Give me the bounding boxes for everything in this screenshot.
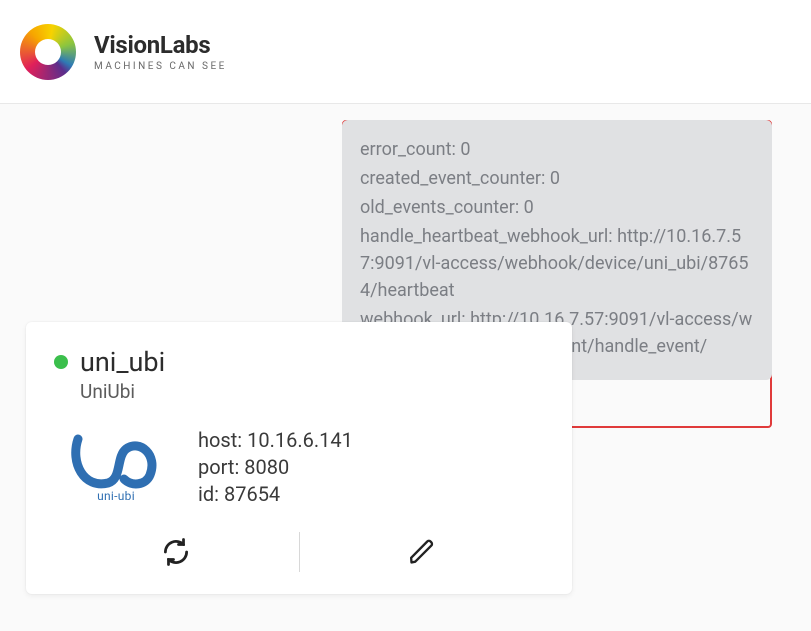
app-header: VisionLabs MACHINES CAN SEE bbox=[0, 0, 811, 104]
tooltip-old-events-counter-label: old_events_counter: bbox=[360, 197, 519, 218]
refresh-icon bbox=[161, 537, 191, 567]
host-label: host: bbox=[198, 428, 242, 452]
refresh-button[interactable] bbox=[54, 537, 299, 567]
edit-button[interactable] bbox=[300, 538, 545, 566]
device-name: uni_ubi bbox=[80, 346, 165, 378]
device-info-list: host: 10.16.6.141 port: 8080 id: 87654 bbox=[198, 427, 353, 508]
brand-tagline: MACHINES CAN SEE bbox=[94, 61, 227, 72]
tooltip-old-events-counter-value: 0 bbox=[524, 197, 534, 218]
device-card: uni_ubi UniUbi uni-ubi host: 10.16.6.141… bbox=[26, 322, 572, 594]
brand-text: VisionLabs MACHINES CAN SEE bbox=[94, 31, 227, 72]
id-label: id: bbox=[198, 482, 219, 506]
tooltip-created-event-counter-value: 0 bbox=[550, 168, 560, 189]
tooltip-heartbeat-label: handle_heartbeat_webhook_url: bbox=[360, 226, 613, 247]
tooltip-created-event-counter-label: created_event_counter: bbox=[360, 168, 545, 189]
card-title-row: uni_ubi bbox=[54, 346, 544, 378]
pencil-icon bbox=[408, 538, 436, 566]
id-value: 87654 bbox=[224, 482, 280, 506]
tooltip-error-count-label: error_count: bbox=[360, 139, 456, 160]
vendor-logo-caption: uni-ubi bbox=[97, 489, 135, 503]
uni-ubi-icon bbox=[66, 433, 166, 493]
tooltip-error-count-value: 0 bbox=[460, 139, 470, 160]
port-value: 8080 bbox=[244, 455, 289, 479]
port-label: port: bbox=[198, 455, 239, 479]
page-content: error_count: 0 created_event_counter: 0 … bbox=[0, 104, 811, 631]
brand-logo-icon bbox=[20, 24, 76, 80]
device-vendor-name: UniUbi bbox=[80, 380, 544, 403]
vendor-logo: uni-ubi bbox=[62, 428, 170, 508]
card-body: uni-ubi host: 10.16.6.141 port: 8080 id:… bbox=[62, 427, 544, 508]
card-actions bbox=[54, 530, 544, 574]
status-online-icon bbox=[54, 355, 68, 369]
host-value: 10.16.6.141 bbox=[247, 428, 353, 452]
brand-title: VisionLabs bbox=[94, 31, 227, 59]
